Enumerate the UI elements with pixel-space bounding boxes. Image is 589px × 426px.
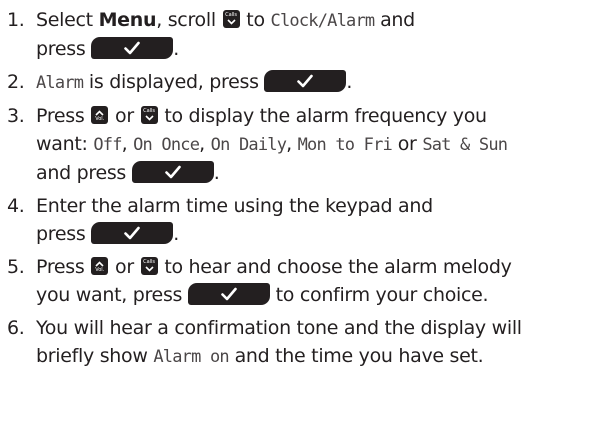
key-label: Calls <box>143 108 156 114</box>
instruction-text: Select <box>36 9 99 31</box>
key-label: Calls <box>143 259 156 265</box>
step-text: Select Menu, scroll Calls to Clock/Alarm… <box>36 6 585 63</box>
instruction-text: briefly show <box>36 345 154 367</box>
ok-key-icon <box>91 37 174 59</box>
ok-key-icon <box>91 222 174 244</box>
display-text: Alarm on <box>153 347 229 367</box>
instruction-text: to confirm your choice. <box>269 284 489 306</box>
instruction-text: . <box>173 38 179 60</box>
instruction-text: and press <box>36 162 132 184</box>
step-1: 1. Select Menu, scroll Calls to Clock/Ala… <box>7 6 585 63</box>
step-number: 3. <box>7 105 25 127</box>
ok-key-icon <box>264 70 347 92</box>
instruction-text: press <box>36 223 92 245</box>
step-2: 2. Alarm is displayed, press . <box>7 68 585 97</box>
down-calls-key-icon: Calls <box>222 10 240 28</box>
instruction-text: or <box>391 133 423 155</box>
instruction-text: to display the alarm frequency you <box>158 105 487 127</box>
instruction-steps: 1. Select Menu, scroll Calls to Clock/Ala… <box>7 6 585 376</box>
ok-key-icon <box>131 161 214 183</box>
step-6: 6. You will hear a confirmation tone and … <box>7 314 585 371</box>
instruction-text: press <box>36 38 92 60</box>
key-label: Calls <box>225 12 238 18</box>
instruction-text: to <box>240 9 271 31</box>
display-text: Clock/Alarm <box>270 11 376 31</box>
instruction-text: Enter the alarm time using the keypad an… <box>36 195 433 217</box>
instruction-text: , <box>121 133 134 155</box>
instruction-text: , <box>286 133 298 155</box>
down-calls-key-icon: Calls <box>140 257 158 275</box>
instruction-text: or <box>109 256 140 278</box>
step-text: Press Vol. or Calls to hear and choose t… <box>36 253 585 309</box>
step-4: 4. Enter the alarm time using the keypad … <box>7 192 585 248</box>
display-text: On Daily <box>210 135 287 155</box>
instruction-text: you want, press <box>36 284 188 306</box>
instruction-text: is displayed, press <box>83 71 265 93</box>
instruction-text: and the time you have set. <box>228 345 484 367</box>
display-text: Mon to Fri <box>297 135 393 155</box>
step-text: You will hear a confirmation tone and th… <box>36 314 585 371</box>
instruction-text: You will hear a confirmation tone and th… <box>36 317 522 339</box>
instruction-text: , scroll <box>156 9 222 31</box>
step-number: 6. <box>7 317 25 339</box>
instruction-text: Press <box>36 256 91 278</box>
display-text: Alarm <box>36 73 84 93</box>
instruction-text: to hear and choose the alarm melody <box>158 256 512 278</box>
step-text: Press Vol. or Calls to display the alarm… <box>36 102 585 187</box>
step-5: 5. Press Vol. or Calls to hear and choose… <box>7 253 585 309</box>
step-number: 4. <box>7 195 25 217</box>
step-number: 1. <box>7 9 25 31</box>
display-text: On Once <box>133 135 200 155</box>
instruction-text: , <box>199 133 211 155</box>
instruction-text: or <box>109 105 140 127</box>
display-text: Off <box>93 135 122 155</box>
instruction-text: want: <box>36 133 94 155</box>
ok-key-icon <box>187 283 270 305</box>
instruction-text: and <box>374 9 415 31</box>
display-text: Sat & Sun <box>422 135 508 155</box>
step-text: Alarm is displayed, press . <box>36 68 585 97</box>
instruction-text: . <box>346 71 353 93</box>
step-number: 2. <box>7 71 25 93</box>
step-text: Enter the alarm time using the keypad an… <box>36 192 585 248</box>
instruction-text: . <box>173 223 179 245</box>
instruction-text: Press <box>36 105 91 127</box>
menu-key-label: Menu <box>98 9 157 31</box>
key-label: Vol. <box>95 116 105 122</box>
key-label: Vol. <box>95 267 105 273</box>
up-volume-key-icon: Vol. <box>91 257 109 275</box>
step-number: 5. <box>7 256 25 278</box>
step-3: 3. Press Vol. or Calls to display the ala… <box>7 102 585 187</box>
up-volume-key-icon: Vol. <box>91 106 109 124</box>
down-calls-key-icon: Calls <box>140 106 158 124</box>
instruction-text: . <box>213 162 220 184</box>
